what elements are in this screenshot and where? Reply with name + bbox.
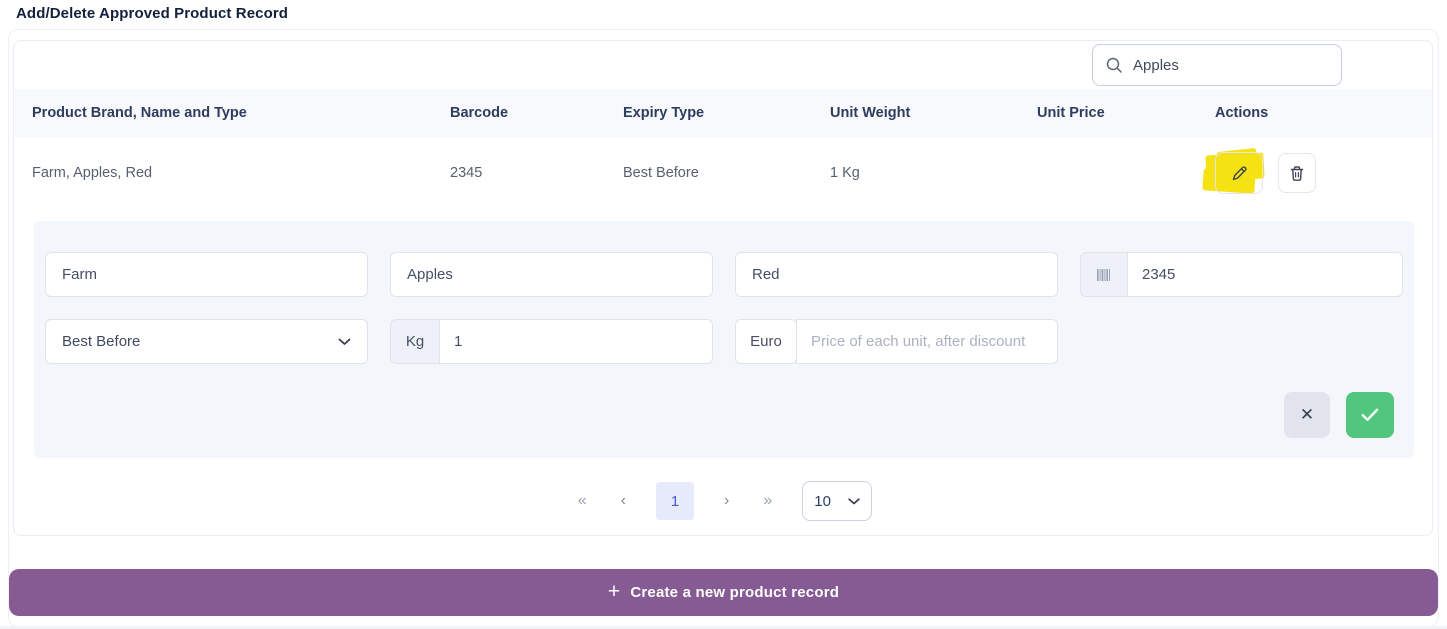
form-row-1 (45, 252, 1403, 297)
weight-field-group: Kg (390, 319, 713, 364)
confirm-edit-button[interactable] (1346, 392, 1394, 438)
weight-field[interactable] (439, 319, 713, 364)
brand-input[interactable] (62, 266, 351, 283)
last-page-button[interactable]: » (759, 489, 776, 513)
next-page-button[interactable]: › (720, 489, 733, 513)
type-field[interactable] (735, 252, 1058, 297)
table-header-row: Product Brand, Name and Type Barcode Exp… (14, 89, 1432, 137)
current-page-indicator[interactable]: 1 (656, 482, 694, 520)
prev-page-button[interactable]: ‹ (617, 489, 630, 513)
first-page-button[interactable]: « (574, 489, 591, 513)
name-field[interactable] (390, 252, 713, 297)
product-table-card: Product Brand, Name and Type Barcode Exp… (13, 40, 1433, 536)
form-row-2-spacer (1080, 319, 1403, 364)
cell-unit-weight: 1 Kg (830, 165, 1037, 181)
delete-button[interactable] (1278, 153, 1316, 193)
type-input[interactable] (752, 266, 1041, 283)
page-title: Add/Delete Approved Product Record (0, 0, 1447, 22)
barcode-icon (1096, 267, 1112, 283)
name-input[interactable] (407, 266, 696, 283)
cell-actions (1215, 152, 1414, 194)
price-field[interactable] (796, 319, 1058, 364)
edit-button-highlighted (1215, 152, 1263, 194)
search-input[interactable] (1133, 57, 1332, 74)
search-icon (1105, 56, 1123, 74)
column-header-expiry-type: Expiry Type (623, 105, 830, 121)
edit-product-form: Best Before Kg Euro (34, 221, 1414, 458)
chevron-down-icon (338, 338, 351, 346)
form-actions: ✕ (45, 392, 1403, 438)
expiry-type-select[interactable]: Best Before (45, 319, 368, 364)
pagination: « ‹ 1 › » 10 (14, 481, 1432, 521)
column-header-actions: Actions (1215, 105, 1414, 121)
table-row: Farm, Apples, Red 2345 Best Before 1 Kg (14, 137, 1432, 209)
price-input[interactable] (811, 333, 1043, 350)
barcode-input[interactable] (1142, 266, 1388, 283)
page-size-select[interactable]: 10 (802, 481, 872, 521)
barcode-field[interactable] (1127, 252, 1403, 297)
expiry-type-selected-value: Best Before (62, 333, 140, 350)
weight-input[interactable] (454, 333, 698, 350)
chevron-down-icon (848, 498, 860, 505)
form-row-2: Best Before Kg Euro (45, 319, 1403, 364)
column-header-barcode: Barcode (450, 105, 623, 121)
edit-button[interactable] (1215, 152, 1263, 194)
currency-addon: Euro (735, 319, 797, 364)
price-field-group: Euro (735, 319, 1058, 364)
column-header-brand: Product Brand, Name and Type (32, 105, 450, 121)
brand-field[interactable] (45, 252, 368, 297)
column-header-unit-weight: Unit Weight (830, 105, 1037, 121)
cell-barcode: 2345 (450, 165, 623, 181)
barcode-field-group (1080, 252, 1403, 297)
search-row (14, 41, 1432, 89)
create-product-button-label: Create a new product record (630, 584, 839, 601)
x-icon: ✕ (1300, 405, 1314, 425)
pencil-icon (1230, 164, 1249, 183)
plus-icon: + (608, 581, 620, 602)
trash-icon (1288, 164, 1306, 183)
page-size-value: 10 (814, 493, 831, 510)
barcode-addon (1080, 252, 1127, 297)
cancel-edit-button[interactable]: ✕ (1284, 392, 1330, 438)
create-product-button[interactable]: + Create a new product record (9, 569, 1438, 616)
content-panel: Product Brand, Name and Type Barcode Exp… (8, 29, 1439, 627)
cell-brand-name-type: Farm, Apples, Red (32, 165, 450, 181)
search-input-wrapper[interactable] (1092, 44, 1342, 86)
check-icon (1361, 408, 1379, 422)
cell-expiry-type: Best Before (623, 165, 830, 181)
weight-unit-addon: Kg (390, 319, 439, 364)
column-header-unit-price: Unit Price (1037, 105, 1215, 121)
